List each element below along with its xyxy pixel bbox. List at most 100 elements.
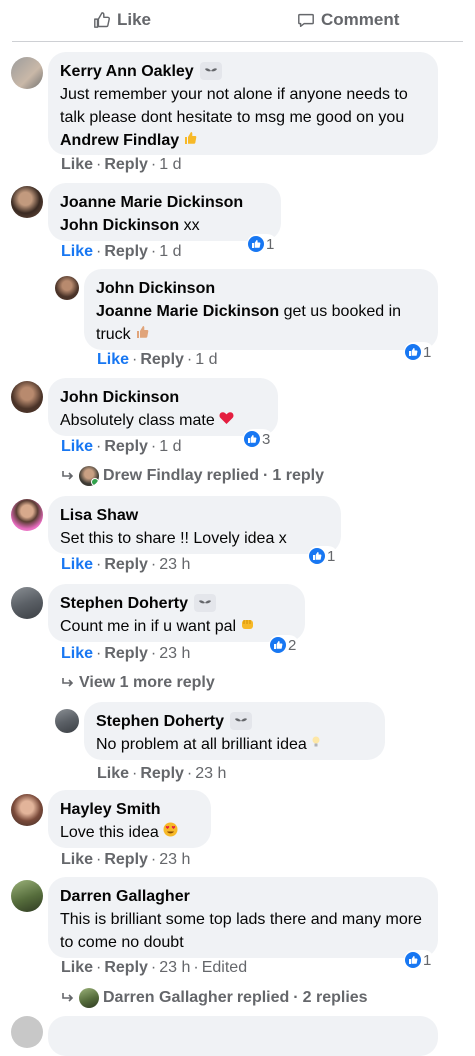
avatar[interactable] (55, 709, 79, 733)
comment-bubble: Lisa Shaw Set this to share !! Lovely id… (48, 496, 341, 554)
top-fan-badge-icon (230, 711, 253, 730)
comment-bubble: Kerry Ann Oakley Just remember your not … (48, 52, 438, 155)
avatar[interactable] (55, 276, 79, 300)
reply-button[interactable]: Reply (104, 851, 148, 868)
comment-text: Love this idea (60, 824, 159, 841)
comment-actions: Like · Reply · 23 h · Edited (61, 959, 248, 976)
timestamp[interactable]: 23 h (159, 556, 190, 573)
timestamp[interactable]: 23 h (195, 765, 226, 782)
comment-author[interactable]: Joanne Marie Dickinson (60, 194, 243, 211)
avatar[interactable] (11, 499, 43, 531)
like-comment-button[interactable]: Like (97, 765, 129, 782)
like-comment-button[interactable]: Like (97, 351, 129, 368)
reply-button[interactable]: Reply (140, 765, 184, 782)
avatar[interactable] (11, 587, 43, 619)
reply-button[interactable]: Reply (140, 351, 184, 368)
reply-button[interactable]: Reply (104, 438, 148, 455)
avatar (79, 466, 99, 486)
reply-arrow-icon (62, 471, 74, 480)
timestamp[interactable]: 1 d (159, 438, 181, 455)
avatar[interactable] (11, 880, 43, 912)
timestamp[interactable]: 23 h (159, 851, 190, 868)
reply-button[interactable]: Reply (104, 645, 148, 662)
like-post-label: Like (117, 10, 152, 29)
comment-author[interactable]: Kerry Ann Oakley (60, 63, 194, 80)
avatar[interactable] (11, 186, 43, 218)
mention-link[interactable]: John Dickinson (60, 217, 179, 234)
comment-text: Set this to share !! Lovely idea x (60, 530, 287, 547)
avatar[interactable] (11, 794, 43, 826)
like-post-button[interactable]: Like (93, 10, 151, 30)
comment-bubble: John Dickinson Absolutely class mate (48, 378, 278, 436)
timestamp[interactable]: 23 h (159, 645, 190, 662)
comment-author[interactable]: Stephen Doherty (60, 595, 188, 612)
like-reaction-icon (270, 637, 286, 653)
thumbs-up-emoji-icon (183, 129, 197, 152)
light-bulb-emoji-icon (311, 733, 321, 756)
mention-link[interactable]: Andrew Findlay (60, 132, 179, 149)
like-reaction-icon (405, 952, 421, 968)
heart-eyes-emoji-icon (163, 821, 178, 844)
like-comment-button[interactable]: Like (61, 556, 93, 573)
top-fan-badge-icon (199, 61, 222, 80)
comment-bubble: Hayley Smith Love this idea (48, 790, 211, 848)
comment-actions: Like · Reply · 1 d (61, 156, 182, 173)
reaction-count[interactable]: 1 (404, 950, 435, 970)
like-comment-button[interactable]: Like (61, 243, 93, 260)
like-comment-button[interactable]: Like (61, 438, 93, 455)
comment-text: Absolutely class mate (60, 412, 215, 429)
thumbs-up-emoji-icon (135, 323, 149, 346)
timestamp[interactable]: 1 d (195, 351, 217, 368)
timestamp[interactable]: 23 h (159, 959, 190, 976)
comment-actions: Like · Reply · 1 d (61, 438, 182, 455)
reply-button[interactable]: Reply (104, 959, 148, 976)
comment-author[interactable]: Hayley Smith (60, 801, 160, 818)
like-comment-button[interactable]: Like (61, 156, 93, 173)
comment-author[interactable]: John Dickinson (60, 389, 179, 406)
edited-label: Edited (201, 959, 248, 976)
reply-arrow-icon (62, 678, 74, 687)
view-replies-link[interactable]: Darren Gallagher replied · 2 replies (61, 988, 368, 1008)
reaction-count[interactable]: 1 (308, 546, 339, 566)
comment-bubble: Stephen Doherty Count me in if u want pa… (48, 584, 305, 642)
view-more-replies-link[interactable]: View 1 more reply (61, 674, 215, 692)
comment-text: Just remember your not alone if anyone n… (60, 86, 408, 126)
like-reaction-icon (309, 548, 325, 564)
reply-button[interactable]: Reply (104, 156, 148, 173)
mention-link[interactable]: Joanne Marie Dickinson (96, 303, 279, 320)
comment-actions: Like · Reply · 1 d (97, 351, 218, 368)
replier-name: Drew Findlay (103, 467, 203, 484)
comment-author[interactable]: Lisa Shaw (60, 507, 138, 524)
avatar[interactable] (11, 381, 43, 413)
timestamp[interactable]: 1 d (159, 156, 181, 173)
reaction-count[interactable]: 2 (269, 635, 300, 655)
fist-emoji-icon (240, 615, 255, 638)
comment-author[interactable]: Darren Gallagher (60, 888, 190, 905)
like-reaction-icon (405, 344, 421, 360)
reply-button[interactable]: Reply (104, 243, 148, 260)
replier-name: Darren Gallagher (103, 989, 233, 1006)
comment-actions: Like · Reply · 23 h (61, 645, 191, 662)
view-replies-link[interactable]: Drew Findlay replied · 1 reply (61, 466, 324, 486)
timestamp[interactable]: 1 d (159, 243, 181, 260)
comment-post-label: Comment (321, 10, 400, 29)
post-action-bar: Like Comment (0, 0, 475, 42)
comment-author[interactable]: Stephen Doherty (96, 713, 224, 730)
reaction-count[interactable]: 1 (404, 342, 435, 362)
avatar (79, 988, 99, 1008)
top-fan-badge-icon (194, 593, 217, 612)
comment-author[interactable]: John Dickinson (96, 280, 215, 297)
comment-actions: Like · Reply · 23 h (97, 765, 227, 782)
comment-bubble: Joanne Marie Dickinson John Dickinson xx (48, 183, 281, 241)
like-comment-button[interactable]: Like (61, 959, 93, 976)
reaction-count[interactable]: 3 (243, 429, 274, 449)
like-comment-button[interactable]: Like (61, 851, 93, 868)
like-reaction-icon (244, 431, 260, 447)
reaction-count[interactable]: 1 (247, 234, 278, 254)
comment-post-button[interactable]: Comment (297, 10, 399, 30)
like-comment-button[interactable]: Like (61, 645, 93, 662)
heart-emoji-icon (219, 409, 234, 432)
reply-button[interactable]: Reply (104, 556, 148, 573)
comment-outline-icon (298, 13, 314, 28)
avatar[interactable] (11, 57, 43, 89)
